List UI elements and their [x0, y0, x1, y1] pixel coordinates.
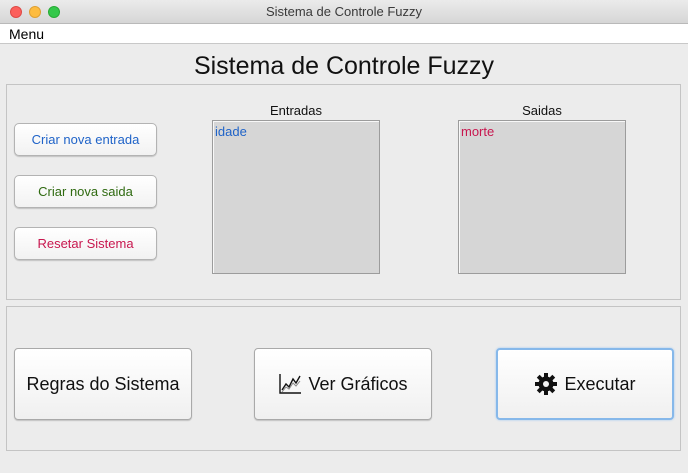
input-list-item[interactable]: idade: [215, 124, 247, 139]
inputs-list-label: Entradas: [269, 103, 323, 118]
view-graphs-button[interactable]: Ver Gráficos: [254, 348, 432, 420]
create-input-button[interactable]: Criar nova entrada: [14, 123, 157, 156]
system-rules-label: Regras do Sistema: [26, 373, 180, 394]
execute-label: Executar: [564, 373, 636, 394]
output-list-item[interactable]: morte: [461, 124, 494, 139]
execute-button[interactable]: Executar: [496, 348, 674, 420]
menu-bar: Menu: [0, 24, 688, 44]
page-title: Sistema de Controle Fuzzy: [193, 52, 495, 80]
gear-icon: [534, 372, 558, 396]
window-titlebar: Sistema de Controle Fuzzy: [0, 0, 688, 24]
create-output-button[interactable]: Criar nova saida: [14, 175, 157, 208]
system-rules-button[interactable]: Regras do Sistema: [14, 348, 192, 420]
view-graphs-label: Ver Gráficos: [308, 373, 408, 394]
reset-system-button[interactable]: Resetar Sistema: [14, 227, 157, 260]
outputs-list-label: Saidas: [522, 103, 562, 118]
outputs-list[interactable]: morte: [458, 120, 626, 274]
inputs-list[interactable]: idade: [212, 120, 380, 274]
window-title: Sistema de Controle Fuzzy: [265, 4, 423, 19]
menu-item-menu[interactable]: Menu: [9, 26, 44, 42]
line-chart-icon: [278, 373, 302, 395]
